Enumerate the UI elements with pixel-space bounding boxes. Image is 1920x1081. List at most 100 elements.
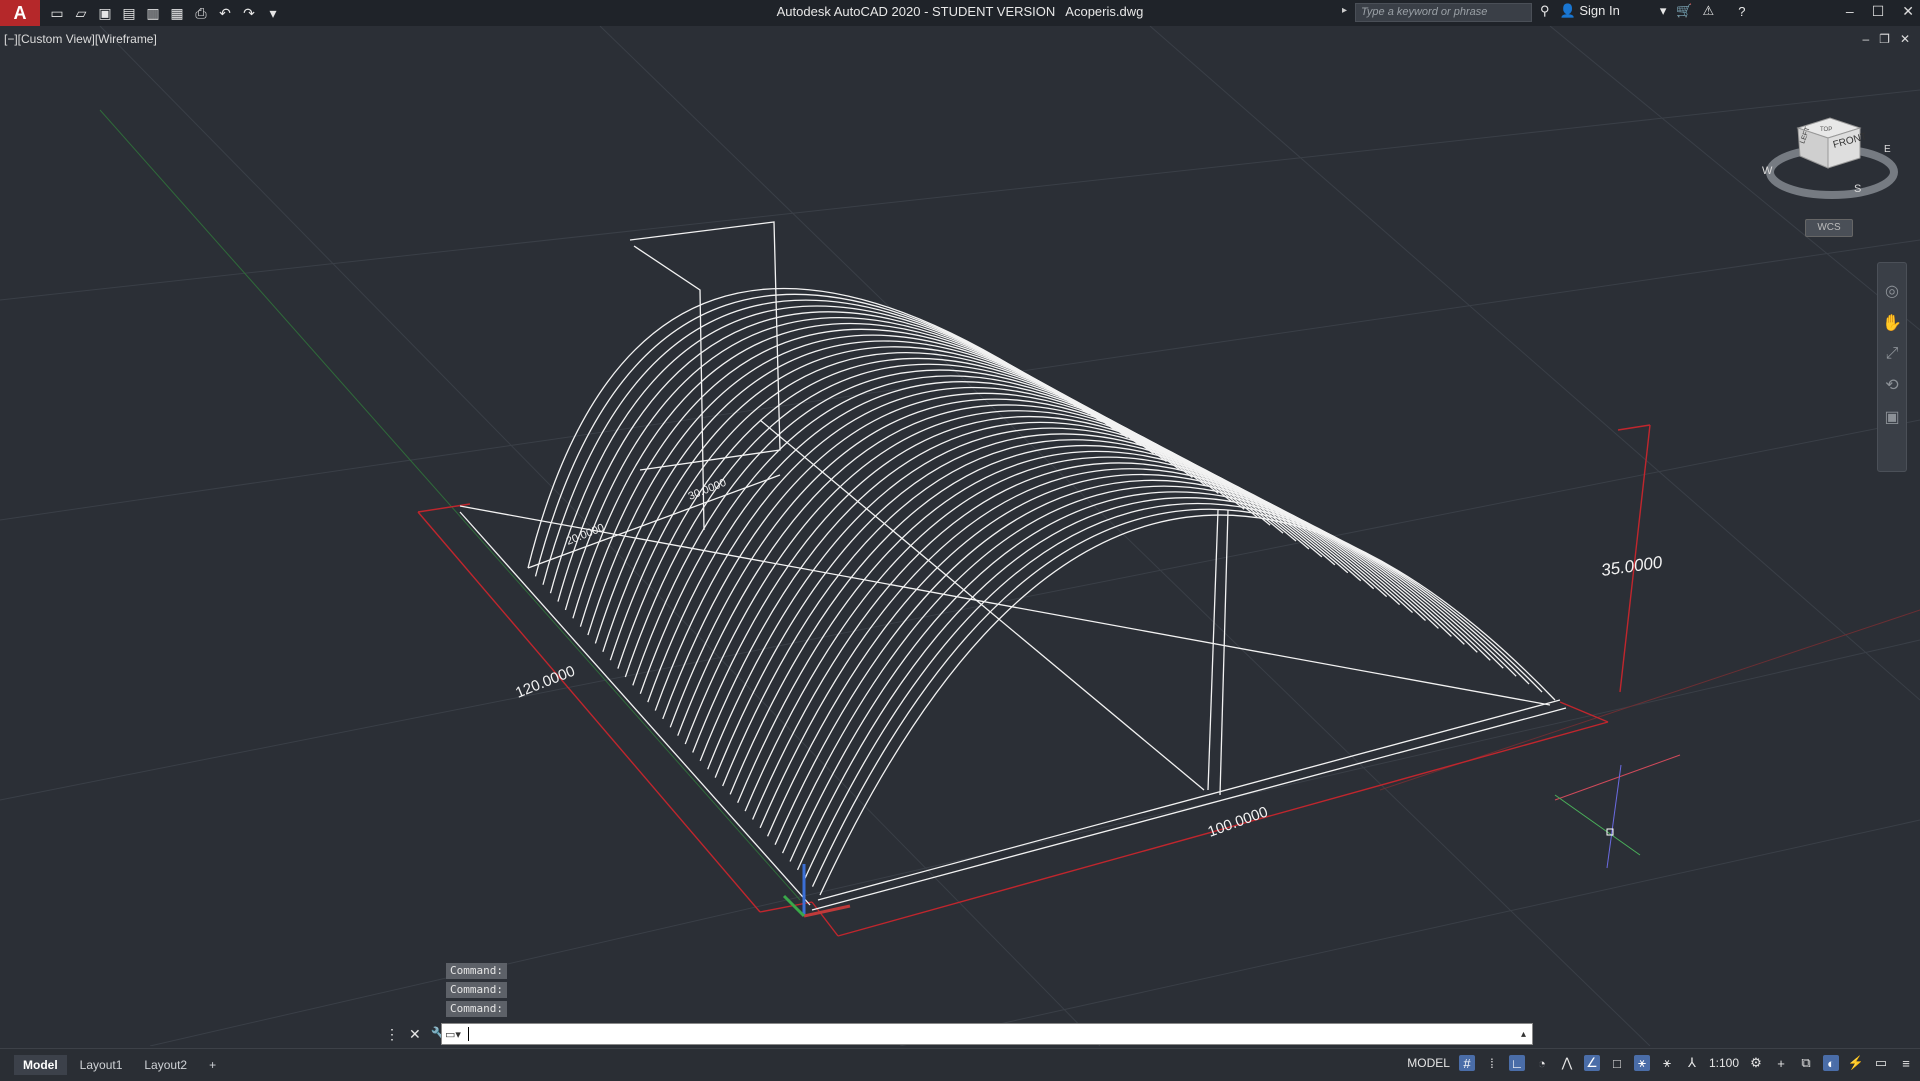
viewcube[interactable]: FRONT LEFT TOP W S E [1762,117,1898,199]
model-space-button[interactable]: MODEL [1407,1056,1450,1070]
units-icon[interactable]: ⧉ [1798,1055,1814,1071]
save-to-web-icon[interactable]: ▦ [168,5,186,22]
customization-menu-icon[interactable]: ≡ [1898,1055,1914,1071]
arch-line [796,497,1517,871]
grid-icon[interactable]: # [1458,1055,1475,1071]
arch-line [557,311,1103,602]
redo-icon[interactable]: ↷ [240,5,258,22]
tab-model[interactable]: Model [14,1055,67,1075]
save-as-icon[interactable]: ▤ [120,5,138,22]
annotation-scale-icon[interactable]: ⅄ [1684,1055,1700,1071]
grid [0,26,1920,1046]
command-prompt-icon[interactable]: ▭▾ [442,1028,464,1041]
maximize-icon[interactable]: ☐ [1872,3,1885,20]
text-caret [468,1027,469,1041]
dimension-texts: 120.0000 100.0000 35.0000 30.0000 20.000… [513,477,1664,841]
arch-line [654,386,1271,711]
annotation-scale-value[interactable]: 1:100 [1709,1056,1739,1070]
orbit-icon[interactable]: ⟲ [1885,375,1898,395]
status-toggles: MODEL # ⁞ ∟ ◔ ⋀ ∠ □ ⚹ ⚹ ⅄ 1:100 ⚙ + ⧉ ◐ … [1407,1055,1914,1071]
hardware-acceleration-icon[interactable]: ⚡ [1848,1055,1864,1071]
pan-icon[interactable]: ✋ [1882,313,1902,333]
annotation-visibility-icon[interactable]: ⚹ [1633,1055,1650,1071]
close-icon[interactable]: ✕ [1902,3,1914,20]
customize-toolbar-icon[interactable]: ▾ [264,5,282,22]
title-bar: A ▭ ▱ ▣ ▤ ▥ ▦ ⎙ ↶ ↷ ▾ Autodesk AutoCAD 2… [0,0,1920,26]
app-title: Autodesk AutoCAD 2020 - STUDENT VERSION [776,4,1056,19]
arch-line [766,474,1465,837]
auto-scale-icon[interactable]: ⚹ [1659,1055,1675,1071]
viewport-close-icon[interactable]: ✕ [1900,32,1910,46]
command-history-toggle-icon[interactable]: ▴ [1521,1029,1526,1040]
arch-line [774,479,1478,845]
arch-line [699,421,1349,762]
compass-w-label[interactable]: W [1762,165,1773,177]
command-history-line: Command: [446,982,507,998]
command-history-line: Command: [446,1001,507,1017]
command-history: Command: Command: Command: [446,963,507,1017]
drag-handle-icon[interactable]: ⋮ [385,1026,399,1043]
clean-screen-icon[interactable]: ▭ [1873,1055,1889,1071]
add-icon[interactable]: + [1773,1055,1789,1071]
add-layout-button[interactable]: + [200,1055,225,1075]
viewport-window-controls: – ❐ ✕ [1862,32,1910,46]
frame-lines [459,221,1567,911]
snap-icon[interactable]: ⁞ [1484,1055,1500,1071]
tab-layout2[interactable]: Layout2 [135,1055,196,1075]
wcs-menu[interactable]: WCS [1805,219,1853,237]
navigation-bar: ◎ ✋ ⤢ ⟲ ▣ [1877,262,1907,472]
save-icon[interactable]: ▣ [96,5,114,22]
isolate-objects-icon[interactable]: ◐ [1823,1055,1839,1071]
sign-in-dropdown-icon[interactable]: ▾ [1660,3,1667,19]
arch-line [707,427,1362,770]
viewport-restore-icon[interactable]: ❐ [1879,32,1890,46]
command-input[interactable]: ▭▾ ▴ [441,1023,1533,1045]
command-line: ⋮ ✕ 🔧 ▭▾ ▴ [385,1022,1533,1046]
arch-line [722,439,1388,787]
command-line-tools: ⋮ ✕ 🔧 [385,1026,448,1043]
new-icon[interactable]: ▭ [48,5,66,22]
polar-icon[interactable]: ◔ [1534,1055,1550,1071]
application-menu-button[interactable]: A [0,0,40,26]
steering-wheel-icon[interactable]: ◎ [1885,281,1899,301]
help-icon[interactable]: ? [1738,4,1745,19]
minimize-icon[interactable]: – [1846,3,1854,20]
search-input[interactable]: Type a keyword or phrase [1355,3,1532,22]
compass-s-label[interactable]: S [1854,183,1861,195]
command-history-line: Command: [446,963,507,979]
tab-layout1[interactable]: Layout1 [71,1055,132,1075]
crosshair-cursor [1554,754,1681,869]
open-icon[interactable]: ▱ [72,5,90,22]
window-controls: – ☐ ✕ [1846,3,1914,20]
arch-line [759,468,1452,829]
file-name: Acoperis.dwg [1065,4,1144,19]
sign-in-label: Sign In [1579,3,1620,18]
dim-length: 100.0000 [1206,803,1271,840]
zoom-extents-icon[interactable]: ⤢ [1886,345,1899,363]
y-axis-line [99,109,801,901]
web-mobile-icon[interactable]: ▥ [144,5,162,22]
print-icon[interactable]: ⎙ [192,5,210,22]
binoculars-icon[interactable]: ⚲ [1540,3,1550,19]
sign-in-button[interactable]: 👤 Sign In [1560,3,1620,19]
object-snap-tracking-icon[interactable]: ∠ [1583,1055,1600,1071]
top-right-tools: ⚲ 👤 Sign In ▾ 🛒 ⚠ ? [1540,3,1745,19]
arch-line [662,392,1284,720]
object-snap-icon[interactable]: □ [1609,1055,1625,1071]
search-expand-icon[interactable]: ▸ [1342,5,1347,16]
isodraft-icon[interactable]: ⋀ [1559,1055,1575,1071]
showmotion-icon[interactable]: ▣ [1884,407,1899,427]
viewcube-top-label[interactable]: TOP [1820,127,1832,133]
cart-icon[interactable]: 🛒 [1676,3,1692,19]
exchange-icon[interactable]: ⚠ [1703,3,1715,19]
compass-e-label[interactable]: E [1884,144,1891,155]
viewport-minimize-icon[interactable]: – [1862,32,1869,46]
arch-line [729,444,1401,795]
close-command-line-icon[interactable]: ✕ [409,1026,421,1043]
viewport-controls-label[interactable]: [−][Custom View][Wireframe] [4,32,157,46]
settings-gear-icon[interactable]: ⚙ [1748,1055,1764,1071]
arch-line [819,514,1556,896]
ortho-icon[interactable]: ∟ [1508,1055,1525,1071]
undo-icon[interactable]: ↶ [216,5,234,22]
drawing-viewport[interactable]: 120.0000 100.0000 35.0000 30.0000 20.000… [0,26,1920,1046]
